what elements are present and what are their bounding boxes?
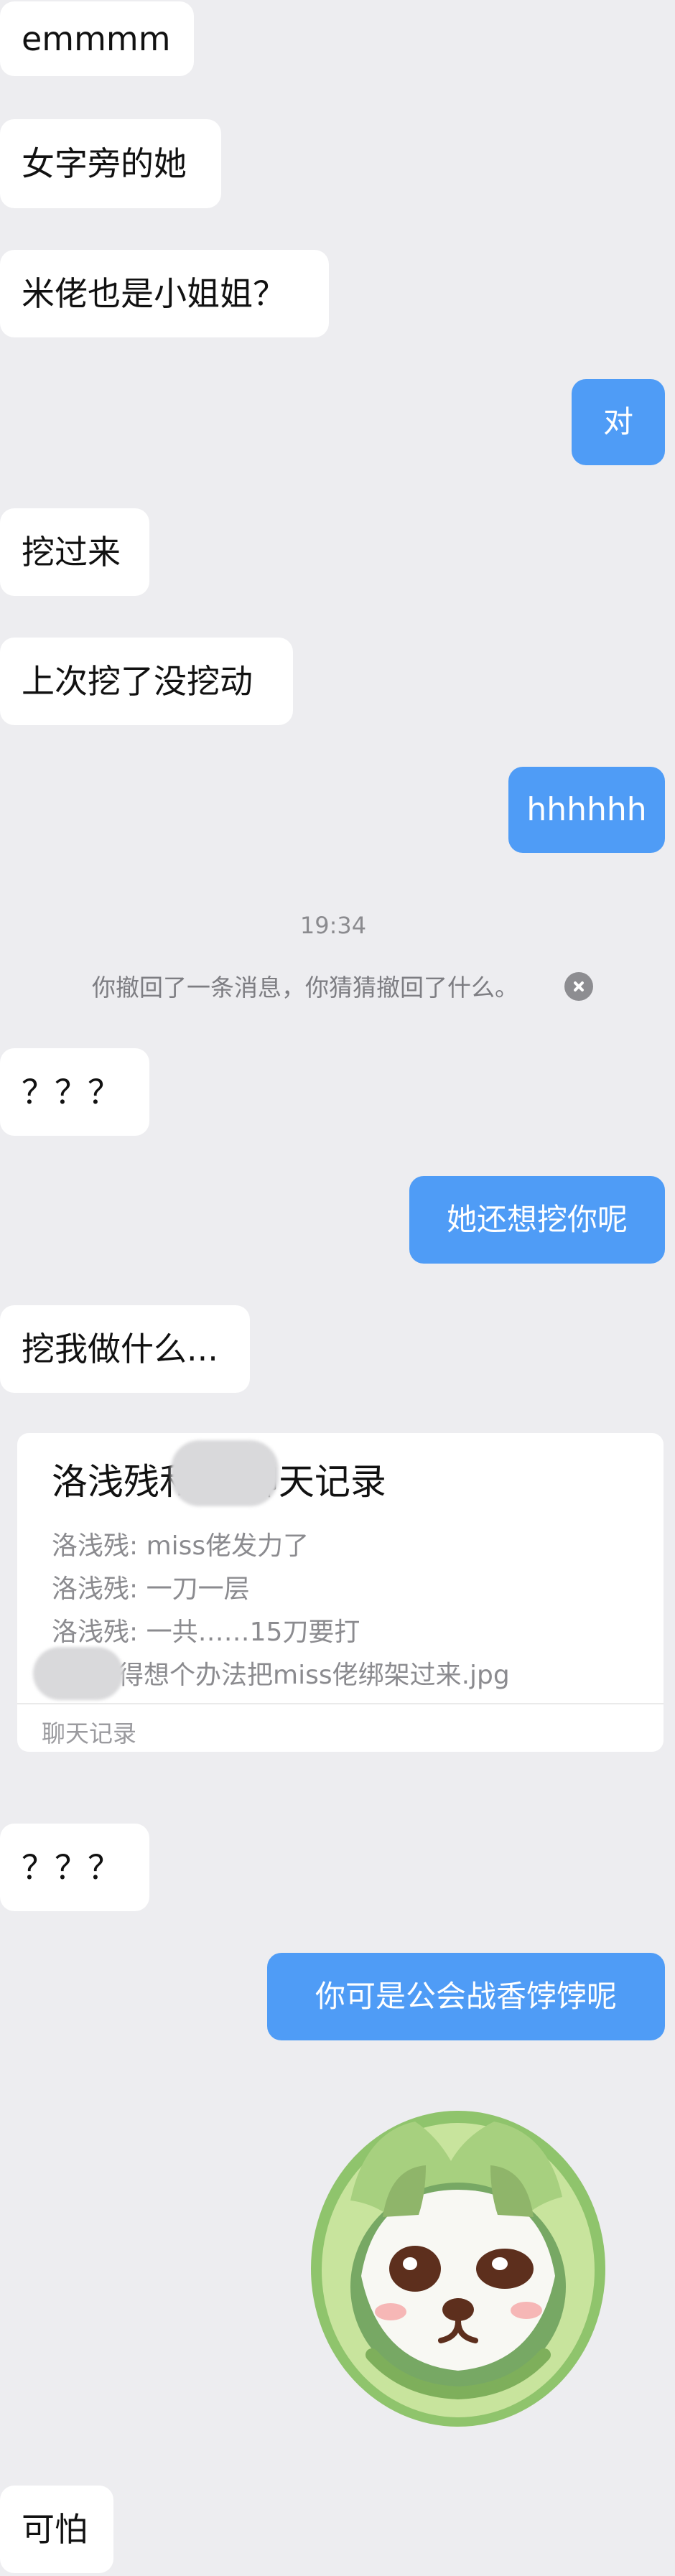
close-icon[interactable]	[564, 972, 593, 1001]
message-bubble-incoming[interactable]: 可怕	[0, 2486, 113, 2573]
message-bubble-outgoing[interactable]: 你可是公会战香饽饽呢	[267, 1953, 665, 2040]
message-bubble-incoming[interactable]: 挖过来	[0, 508, 149, 596]
message-bubble-incoming[interactable]: ？？？	[0, 1824, 149, 1911]
divider	[17, 1703, 664, 1704]
chat-record-line: 洛浅残: 一刀一层	[52, 1574, 250, 1604]
message-timestamp: 19:34	[299, 912, 367, 939]
blurred-name	[171, 1440, 279, 1506]
message-bubble-incoming[interactable]: 女字旁的她	[0, 119, 221, 208]
chat-record-card[interactable]: 洛浅残和 的聊天记录 洛浅残: miss佬发力了 洛浅残: 一刀一层 洛浅残: …	[17, 1433, 664, 1752]
message-bubble-outgoing[interactable]: hhhhhh	[508, 767, 665, 853]
chat-record-footer: 聊天记录	[42, 1719, 136, 1747]
message-bubble-incoming[interactable]: 上次挖了没挖动	[0, 638, 293, 725]
message-bubble-incoming[interactable]: 挖我做什么...	[0, 1305, 250, 1393]
chat-record-line: 得想个办法把miss佬绑架过来.jpg	[118, 1661, 510, 1690]
message-bubble-incoming[interactable]: emmmm	[0, 1, 194, 76]
blurred-name	[33, 1647, 124, 1700]
recall-notice: 你撤回了一条消息，你猜猜撤回了什么。	[92, 974, 518, 1002]
message-bubble-outgoing[interactable]: 对	[572, 379, 665, 465]
message-bubble-outgoing[interactable]: 她还想挖你呢	[409, 1176, 665, 1264]
chat-record-line: 洛浅残: miss佬发力了	[52, 1531, 309, 1561]
message-bubble-incoming[interactable]: 米佬也是小姐姐？	[0, 250, 329, 337]
cabbage-dog-sticker[interactable]	[300, 2089, 616, 2434]
message-bubble-incoming[interactable]: ？？？	[0, 1048, 149, 1136]
chat-record-line: 洛浅残: 一共……15刀要打	[52, 1618, 360, 1647]
